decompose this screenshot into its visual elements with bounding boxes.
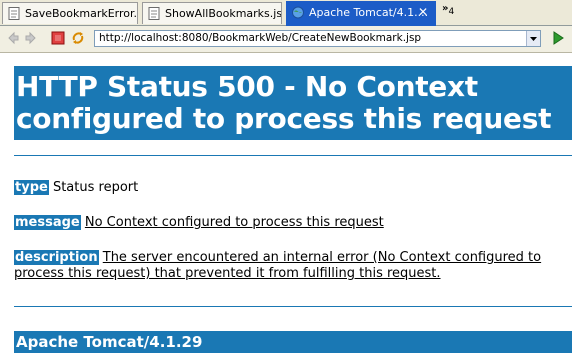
browser-toolbar: http://localhost:8080/BookmarkWeb/Create… [0,26,572,53]
type-line: type Status report [14,180,138,195]
file-icon [148,7,160,20]
divider [14,155,572,156]
globe-icon [292,6,304,19]
type-value: Status report [52,180,139,195]
url-text: http://localhost:8080/BookmarkWeb/Create… [99,32,422,44]
tab-show-all-bookmarks[interactable]: ShowAllBookmarks.jsp [142,2,282,24]
editor-tab-bar: SaveBookmarkError... ShowAllBookmarks.js… [0,0,572,26]
tab-overflow-button[interactable]: »4 [442,3,454,17]
url-history-dropdown[interactable] [526,31,540,46]
tab-save-bookmark-error[interactable]: SaveBookmarkError... [2,2,138,24]
tab-label: ShowAllBookmarks.jsp [165,7,282,20]
type-label: type [14,180,49,195]
hidden-tab-count: 4 [448,7,455,17]
chevron-down-icon [530,37,537,41]
page-title: HTTP Status 500 - No Context configured … [14,66,572,140]
go-play-icon[interactable] [551,31,565,45]
server-footer: Apache Tomcat/4.1.29 [14,331,572,353]
description-block: description The server encountered an in… [14,250,566,282]
forward-arrow-icon[interactable] [24,31,38,45]
divider [14,306,572,307]
tab-label: Apache Tomcat/4.1.... [309,6,429,19]
back-arrow-icon[interactable] [6,31,20,45]
tab-label: SaveBookmarkError... [25,7,138,20]
file-icon [8,7,20,20]
url-input[interactable]: http://localhost:8080/BookmarkWeb/Create… [94,30,541,47]
message-value: No Context configured to process this re… [84,215,384,230]
close-tab-icon[interactable]: ✕ [418,2,428,23]
browser-content: HTTP Status 500 - No Context configured … [0,53,572,356]
tab-apache-tomcat[interactable]: Apache Tomcat/4.1.... ✕ [286,1,436,26]
refresh-icon[interactable] [71,31,85,45]
message-label: message [14,215,81,230]
description-label: description [14,250,99,265]
stop-icon[interactable] [51,31,65,45]
message-line: message No Context configured to process… [14,215,384,230]
